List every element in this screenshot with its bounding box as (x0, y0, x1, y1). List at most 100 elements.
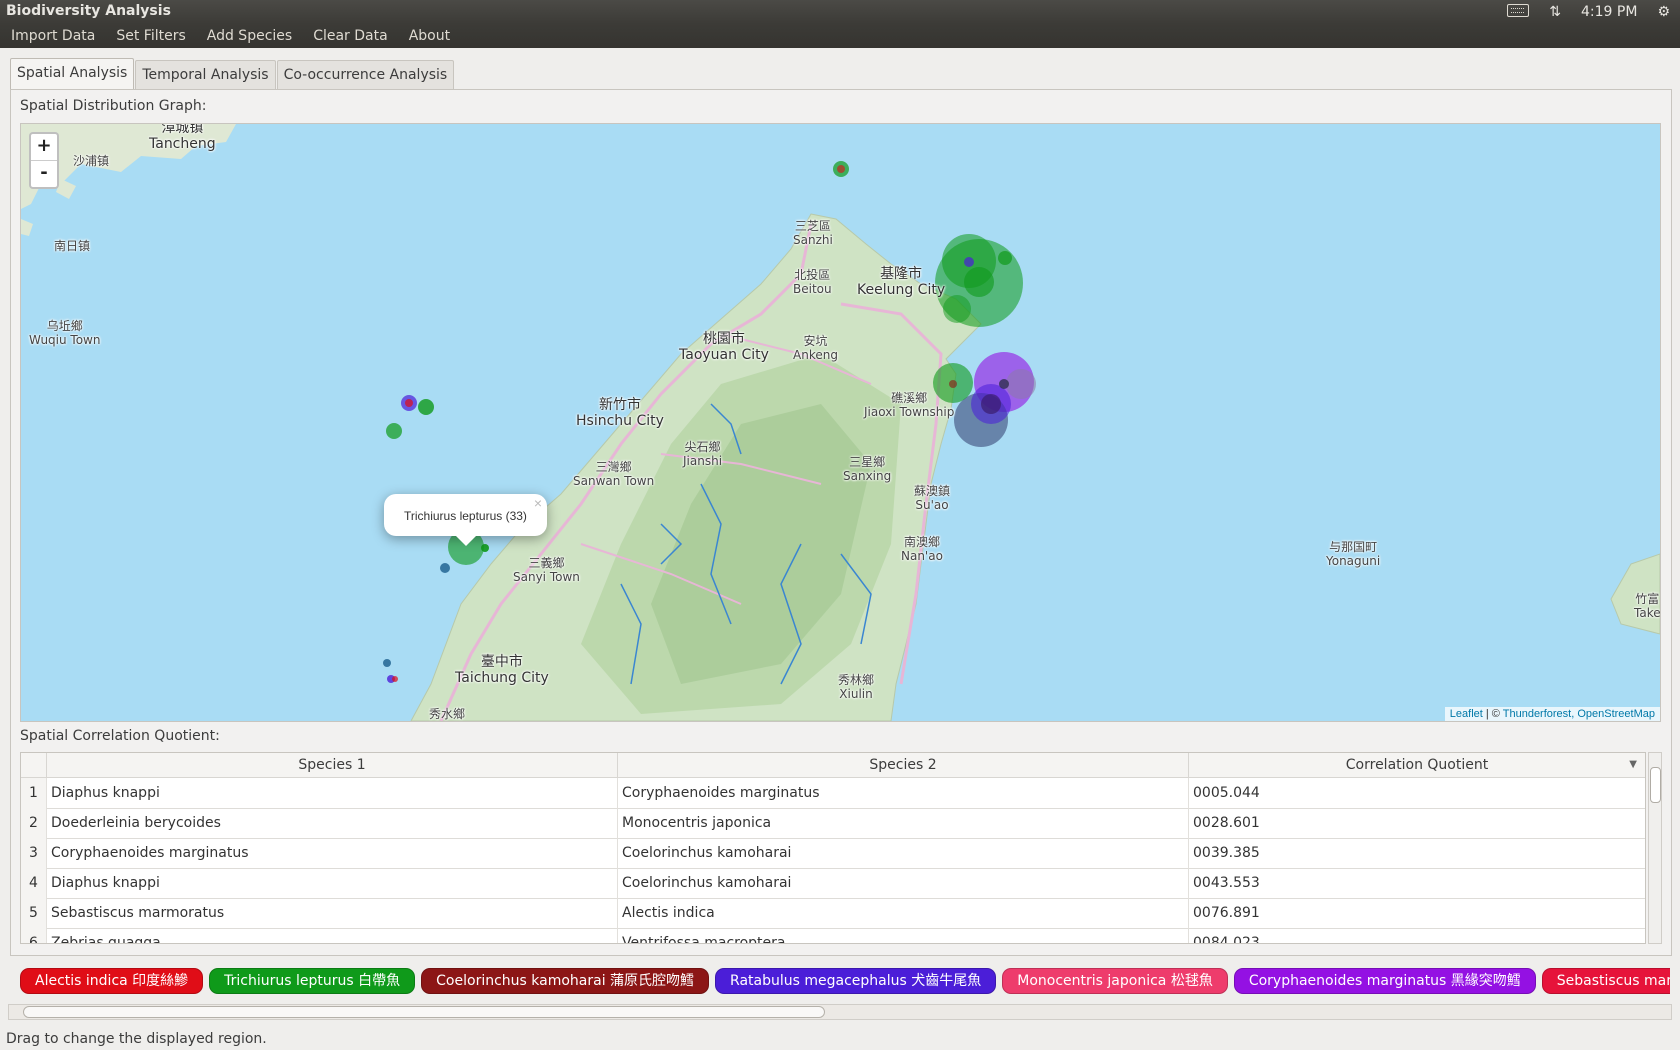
species-tag[interactable]: Ratabulus megacephalus 犬齒牛尾魚 (715, 968, 997, 994)
row-number: 2 (21, 808, 47, 838)
species-2-cell: Monocentris japonica (618, 808, 1189, 838)
species-tag-bar: Alectis indica 印度絲鰺 Trichiurus lepturus 白… (20, 968, 1670, 996)
species-tag[interactable]: Trichiurus lepturus 白帶魚 (209, 968, 416, 994)
system-tray: ⇅ 4:19 PM ⚙ (1497, 0, 1680, 24)
map-place-label: 南日镇 (54, 239, 91, 253)
tab-bar: Spatial Analysis Temporal Analysis Co-oc… (10, 58, 455, 90)
species-tag[interactable]: Coelorinchus kamoharai 蒲原氏腔吻鱈 (421, 968, 710, 994)
network-icon[interactable]: ⇅ (1549, 4, 1561, 20)
zoom-out-button[interactable]: - (31, 161, 57, 187)
map-place-label: 乌坵鄉 Wuqiu Town (29, 319, 101, 347)
species-1-cell: Diaphus knappi (47, 778, 618, 808)
table-row[interactable]: 4 Diaphus knappi Coelorinchus kamoharai 004… (21, 868, 1645, 899)
map-place-label: 桃園市 Taoyuan City (679, 331, 769, 363)
menu-clear-data[interactable]: Clear Data (304, 28, 397, 44)
map-place-label: 尖石鄉 Jianshi (683, 440, 723, 468)
menu-set-filters[interactable]: Set Filters (107, 28, 194, 44)
map-place-label: 秀林鄉 Xiulin (838, 673, 875, 701)
gear-icon[interactable]: ⚙ (1657, 4, 1670, 20)
map-place-label: 蘇澳鎮 Su'ao (914, 484, 951, 512)
table-row[interactable]: 5 Sebastiscus marmoratus Alectis indica 007… (21, 898, 1645, 929)
column-header-species-1[interactable]: Species 1 (47, 753, 618, 777)
map-place-label: 漳城镇 Tancheng (149, 123, 216, 152)
correlation-cell: 0043.553 (1189, 868, 1645, 898)
top-panel: Biodiversity Analysis ⇅ 4:19 PM ⚙ (0, 0, 1680, 24)
tab-temporal-analysis[interactable]: Temporal Analysis (135, 60, 276, 89)
map-place-label: 三灣鄉 Sanwan Town (573, 460, 655, 488)
row-number: 3 (21, 838, 47, 868)
row-number: 4 (21, 868, 47, 898)
species-1-cell: Sebastiscus marmoratus (47, 898, 618, 928)
marker-popup: Trichiurus lepturus (33) × (384, 494, 547, 546)
map-tiles (21, 124, 1660, 721)
species-1-cell: Diaphus knappi (47, 868, 618, 898)
correlation-cell: 0028.601 (1189, 808, 1645, 838)
menu-import-data[interactable]: Import Data (2, 28, 104, 44)
column-header-correlation[interactable]: Correlation Quotient ▼ (1189, 753, 1645, 777)
row-number: 6 (21, 928, 47, 943)
table-row[interactable]: 2 Doederleinia berycoides Monocentris japo… (21, 808, 1645, 839)
app-title: Biodiversity Analysis (6, 3, 171, 19)
map-place-label: 三星鄉 Sanxing (843, 455, 892, 483)
species-2-cell: Coelorinchus kamoharai (618, 868, 1189, 898)
map-place-label: 安坑 Ankeng (793, 334, 838, 362)
menu-about[interactable]: About (400, 28, 459, 44)
correlation-table[interactable]: Species 1 Species 2 Correlation Quotient… (20, 752, 1646, 944)
table-scrollbar[interactable] (1648, 752, 1662, 944)
table-row[interactable]: 1 Diaphus knappi Coryphaenoides marginatus… (21, 778, 1645, 809)
species-tag[interactable]: Coryphaenoides marginatus 黑緣突吻鱈 (1233, 968, 1536, 994)
species-tag[interactable]: Alectis indica 印度絲鰺 (20, 968, 204, 994)
sort-descending-icon: ▼ (1629, 759, 1637, 770)
map-place-label: 南澳鄉 Nan'ao (901, 535, 943, 563)
species-tag[interactable]: Sebastiscus marmoratus (1541, 968, 1670, 994)
row-number: 5 (21, 898, 47, 928)
map-place-label: 新竹市 Hsinchu City (576, 397, 664, 429)
map-place-label: 三義鄉 Sanyi Town (513, 556, 580, 584)
table-row[interactable]: 6 Zebrias quagga Ventrifossa macroptera 008… (21, 928, 1645, 943)
keyboard-icon[interactable] (1507, 3, 1530, 21)
clock[interactable]: 4:19 PM (1581, 4, 1637, 20)
spatial-graph-label: Spatial Distribution Graph: (20, 98, 207, 114)
menu-bar: Import Data Set Filters Add Species Clea… (0, 24, 1680, 48)
correlation-cell: 0076.891 (1189, 898, 1645, 928)
map-place-label: 北投區 Beitou (793, 268, 832, 296)
correlation-cell: 0084.023 (1189, 928, 1645, 943)
menu-add-species[interactable]: Add Species (198, 28, 301, 44)
species-tag[interactable]: Monocentris japonica 松毬魚 (1002, 968, 1228, 994)
species-2-cell: Coelorinchus kamoharai (618, 838, 1189, 868)
zoom-control: + - (29, 132, 59, 189)
map-place-label: 沙浦镇 (73, 154, 110, 168)
column-header-species-2[interactable]: Species 2 (618, 753, 1189, 777)
species-2-cell: Coryphaenoides marginatus (618, 778, 1189, 808)
map-view[interactable]: + - 漳城镇 Tancheng 沙浦镇 南日镇 乌坵鄉 Wuqiu Town 三芝… (20, 123, 1661, 722)
leaflet-link[interactable]: Leaflet (1450, 708, 1483, 720)
map-place-label: 基隆市 Keelung City (857, 266, 946, 298)
popup-close-button[interactable]: × (534, 495, 542, 511)
table-header: Species 1 Species 2 Correlation Quotient… (21, 753, 1645, 778)
tag-bar-scrollbar[interactable] (8, 1004, 1672, 1020)
table-row[interactable]: 3 Coryphaenoides marginatus Coelorinchus k… (21, 838, 1645, 869)
species-2-cell: Alectis indica (618, 898, 1189, 928)
map-place-label: 臺中市 Taichung City (455, 654, 549, 686)
map-place-label: 秀水鄉 (429, 707, 466, 721)
tile-source-link[interactable]: Thunderforest, OpenStreetMap (1503, 708, 1655, 720)
map-place-label: 竹富 Take (1634, 592, 1661, 620)
status-bar: Drag to change the displayed region. (6, 1031, 267, 1047)
zoom-in-button[interactable]: + (31, 134, 57, 161)
map-attribution: Leaflet | © Thunderforest, OpenStreetMap (1444, 707, 1660, 721)
tab-co-occurrence-analysis[interactable]: Co-occurrence Analysis (276, 60, 455, 89)
correlation-label: Spatial Correlation Quotient: (20, 728, 220, 744)
correlation-cell: 0005.044 (1189, 778, 1645, 808)
species-1-cell: Zebrias quagga (47, 928, 618, 943)
species-1-cell: Doederleinia berycoides (47, 808, 618, 838)
map-place-label: 礁溪鄉 Jiaoxi Township (864, 391, 955, 419)
map-place-label: 与那国町 Yonaguni (1326, 540, 1381, 568)
row-number: 1 (21, 778, 47, 808)
species-1-cell: Coryphaenoides marginatus (47, 838, 618, 868)
popup-text: Trichiurus lepturus (33) (404, 509, 527, 523)
tab-spatial-analysis[interactable]: Spatial Analysis (10, 58, 135, 90)
map-place-label: 三芝區 Sanzhi (793, 219, 833, 247)
row-number-header[interactable] (21, 753, 47, 777)
correlation-cell: 0039.385 (1189, 838, 1645, 868)
species-2-cell: Ventrifossa macroptera (618, 928, 1189, 943)
